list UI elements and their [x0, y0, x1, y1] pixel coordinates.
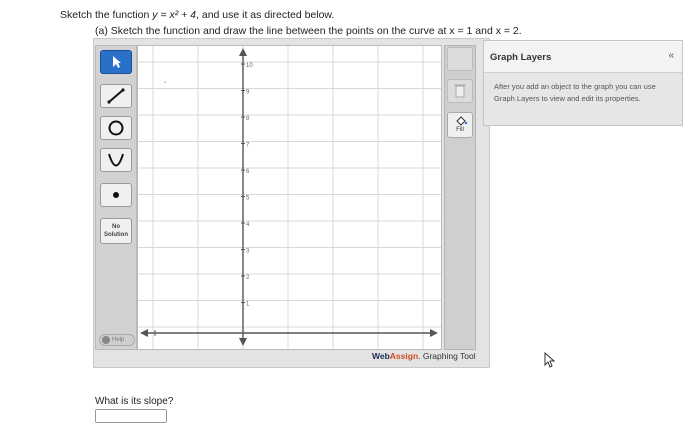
graph-layers-description: After you add an object to the graph you… — [494, 82, 656, 103]
paint-bucket-icon — [456, 116, 467, 126]
line-tool-button[interactable] — [100, 84, 132, 108]
graph-canvas[interactable]: 10 9 8 7 6 5 4 3 2 1 — [137, 45, 442, 350]
trash-icon — [454, 84, 466, 98]
graph-layers-header: Graph Layers « — [484, 41, 682, 73]
graph-layers-panel: Graph Layers « After you add an object t… — [483, 40, 683, 126]
slope-question: What is its slope? — [95, 396, 174, 407]
help-button[interactable]: Help — [99, 334, 135, 346]
y-tick-label: 6 — [246, 169, 250, 175]
y-tick-label: 3 — [246, 249, 250, 255]
y-tick-label: 5 — [246, 196, 250, 202]
line-tool-icon — [107, 88, 125, 104]
grid-dot — [164, 81, 166, 83]
delete-button[interactable] — [447, 47, 473, 71]
circle-tool-icon — [108, 120, 124, 136]
help-icon — [102, 336, 110, 344]
fill-button[interactable]: Fill — [447, 112, 473, 138]
slope-answer-input[interactable] — [95, 409, 167, 423]
no-solution-button[interactable]: No Solution — [100, 218, 132, 244]
trash-button[interactable] — [447, 79, 473, 103]
parabola-tool-button[interactable] — [100, 148, 132, 172]
y-tick-label: 8 — [246, 116, 250, 122]
mouse-cursor-icon — [544, 352, 556, 368]
webassign-brand: WebAssign. Graphing Tool — [372, 351, 476, 361]
parabola-tool-icon — [108, 153, 124, 167]
x-axis-arrow-left — [140, 329, 148, 337]
function-text: y = x² + 4 — [152, 9, 197, 21]
question-part-a: (a) Sketch the function and draw the lin… — [95, 25, 522, 37]
point-tool-icon — [113, 192, 119, 198]
y-tick-label: 7 — [246, 143, 250, 149]
y-tick-label: 4 — [246, 222, 250, 228]
help-label: Help — [112, 337, 125, 343]
x-axis-arrow-right — [430, 329, 438, 337]
no-solution-line1: No — [112, 224, 120, 230]
y-tick-label: 1 — [246, 302, 250, 308]
circle-tool-button[interactable] — [100, 116, 132, 140]
grid: 10 9 8 7 6 5 4 3 2 1 — [138, 46, 441, 349]
y-tick-label: 9 — [246, 90, 250, 96]
point-tool-button[interactable] — [100, 183, 132, 207]
y-axis-arrow-down — [239, 338, 247, 346]
y-tick-label: 10 — [246, 63, 253, 69]
question-intro: Sketch the function y = x² + 4, and use … — [60, 9, 335, 21]
fill-label: Fill — [456, 127, 464, 133]
y-tick-label: 2 — [246, 275, 250, 281]
collapse-icon[interactable]: « — [668, 50, 674, 61]
no-solution-line2: Solution — [104, 232, 128, 238]
pointer-tool-button[interactable] — [100, 50, 132, 74]
y-axis-arrow-up — [239, 48, 247, 56]
graph-layers-title: Graph Layers — [490, 52, 552, 63]
arrow-cursor-icon — [113, 56, 121, 68]
